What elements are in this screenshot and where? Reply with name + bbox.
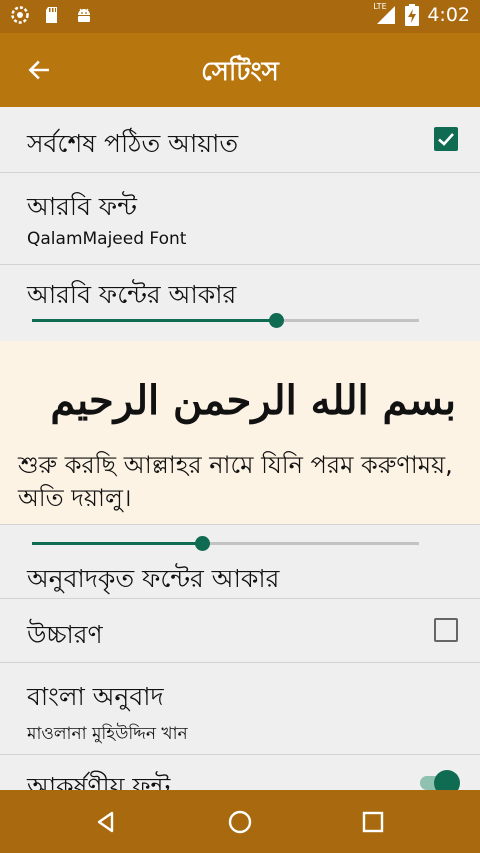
square-recents-icon (362, 811, 384, 833)
translation-preview-text: শুরু করছি আল্লাহর নামে যিনি পরম করুণাময়… (18, 451, 453, 512)
status-right: LTE 4:02 (373, 2, 470, 26)
slider-thumb[interactable] (268, 313, 284, 328)
network-type: LTE (373, 2, 387, 11)
setting-label: বাংলা অনুবাদ (27, 682, 164, 711)
pronunciation-checkbox[interactable] (434, 618, 458, 642)
setting-value: মাওলানা মুহিউদ্দিন খান (27, 724, 188, 744)
android-icon (78, 8, 90, 22)
translation-font-size-slider[interactable] (32, 536, 419, 551)
setting-bangla-translation[interactable]: বাংলা অনুবাদ মাওলানা মুহিউদ্দিন খান (0, 663, 480, 755)
font-preview: بسم الله الرحمن الرحيم শুরু করছি আল্লাহর… (0, 341, 480, 525)
setting-last-read[interactable]: সর্বশেষ পঠিত আয়াত (0, 107, 480, 173)
slider-fill (32, 319, 276, 322)
last-read-checkbox[interactable] (434, 127, 458, 151)
settings-list[interactable]: সর্বশেষ পঠিত আয়াত আরবি ফন্ট QalamMajeed… (0, 107, 480, 790)
setting-label: আকর্ষণীয় ফন্ট (27, 772, 171, 790)
status-bar: LTE 4:02 (0, 0, 480, 33)
triangle-back-icon (97, 811, 114, 833)
battery-charging-icon (405, 4, 420, 26)
setting-label: অনুবাদকৃত ফন্টের আকার (27, 564, 280, 593)
check-icon (438, 133, 454, 146)
nav-home-button[interactable] (226, 808, 254, 836)
setting-attractive-font[interactable]: আকর্ষণীয় ফন্ট (0, 755, 480, 790)
setting-arabic-font-size: আরবি ফন্টের আকার (0, 265, 480, 341)
page-title: সেটিংস (201, 57, 279, 87)
setting-arabic-font[interactable]: আরবি ফন্ট QalamMajeed Font (0, 173, 480, 265)
nav-recents-button[interactable] (359, 808, 387, 836)
status-left-icons (10, 5, 94, 25)
arabic-font-size-slider[interactable] (32, 313, 419, 328)
app-bar: সেটিংস (0, 33, 480, 107)
signal-icon: LTE (373, 2, 397, 26)
circle-home-icon (228, 810, 252, 834)
setting-translation-font-size: অনুবাদকৃত ফন্টের আকার (0, 525, 480, 599)
sd-card-icon (46, 7, 57, 23)
toggle-knob (434, 770, 460, 790)
setting-label: সর্বশেষ পঠিত আয়াত (27, 129, 239, 158)
setting-pronunciation[interactable]: উচ্চারণ (0, 599, 480, 663)
settings-icon (11, 6, 29, 24)
slider-fill (32, 542, 203, 545)
arabic-preview-text: بسم الله الرحمن الرحيم (50, 377, 456, 424)
setting-label: উচ্চারণ (27, 620, 103, 649)
attractive-font-toggle[interactable] (416, 770, 460, 790)
nav-bar (0, 790, 480, 853)
setting-label: আরবি ফন্টের আকার (27, 280, 237, 309)
setting-value: QalamMajeed Font (27, 229, 187, 249)
nav-back-button[interactable] (92, 808, 120, 836)
status-time: 4:02 (427, 4, 470, 26)
setting-label: আরবি ফন্ট (27, 192, 137, 221)
slider-thumb[interactable] (195, 536, 211, 551)
